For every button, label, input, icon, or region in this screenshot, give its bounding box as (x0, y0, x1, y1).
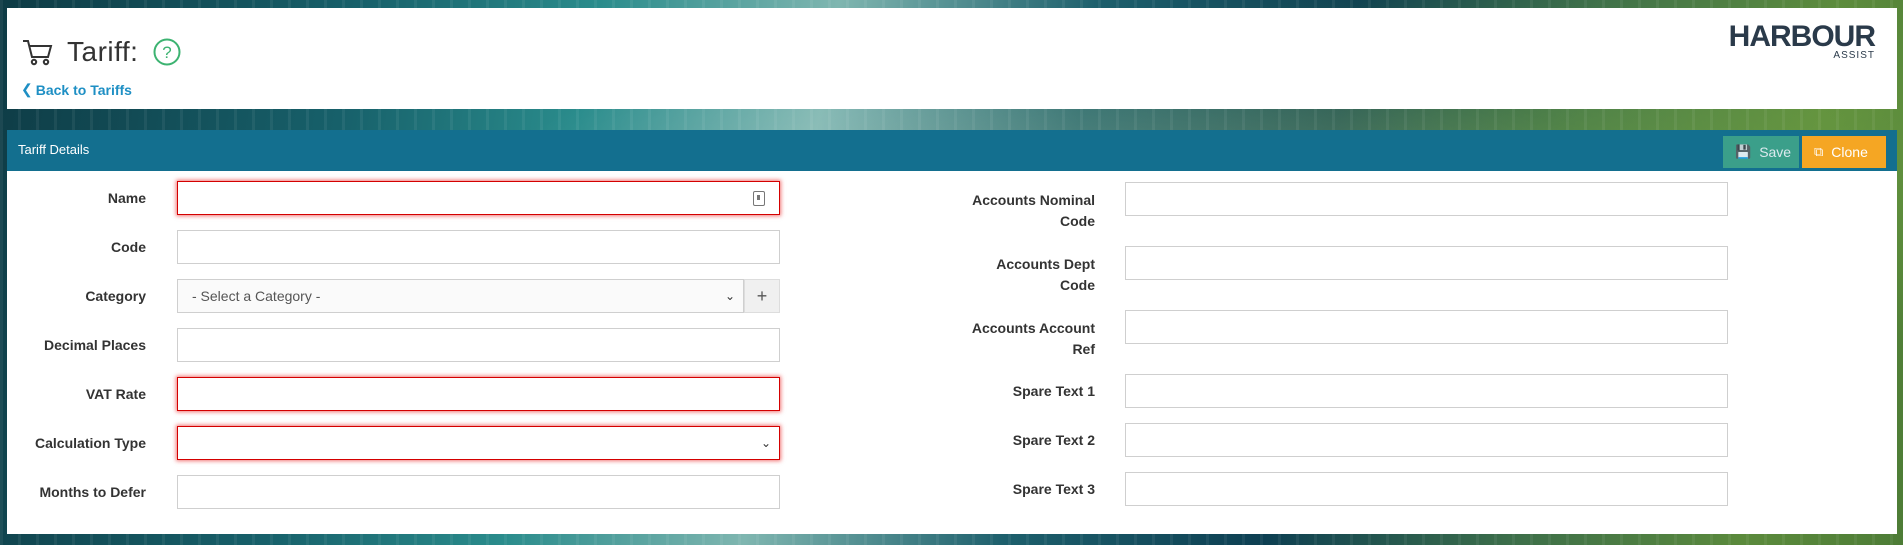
spare-text-1-label: Spare Text 1 (1012, 383, 1095, 399)
save-icon: 💾 (1735, 144, 1752, 159)
page-title: Tariff: (67, 36, 139, 67)
vat-rate-input[interactable] (177, 377, 780, 411)
chevron-left-icon: ❮ (21, 81, 33, 97)
decimal-places-input[interactable] (177, 328, 780, 362)
code-label: Code (111, 239, 146, 255)
back-link-label: Back to Tariffs (35, 81, 132, 98)
decimal-places-label: Decimal Places (44, 337, 146, 353)
vat-rate-label: VAT Rate (85, 386, 146, 402)
page-header: Tariff: ? ❮ Back to Tariffs HARBOUR ASSI… (7, 8, 1897, 109)
spare-text-2-input[interactable] (1125, 423, 1728, 457)
harbour-assist-logo: HARBOUR ASSIST (1728, 20, 1876, 62)
panel-title: Tariff Details (18, 142, 90, 157)
accounts-account-ref-label: Accounts Account Ref (971, 320, 1095, 357)
save-label: Save (1759, 144, 1792, 160)
panel-header: Tariff Details 💾 Save ⧉ Clone (7, 130, 1897, 171)
clone-button[interactable]: ⧉ Clone (1802, 136, 1886, 168)
name-input[interactable] (177, 181, 780, 215)
calculation-type-select[interactable]: ⌄ (177, 426, 780, 460)
accounts-dept-code-input[interactable] (1125, 246, 1728, 280)
category-label: Category (85, 288, 146, 304)
code-input[interactable] (177, 230, 780, 264)
save-button[interactable]: 💾 Save (1723, 136, 1799, 168)
plus-icon: + (756, 285, 768, 306)
chevron-down-icon: ⌄ (760, 436, 771, 450)
spare-text-3-input[interactable] (1125, 472, 1728, 506)
accounts-nominal-code-input[interactable] (1125, 182, 1728, 216)
spare-text-2-label: Spare Text 2 (1012, 432, 1095, 448)
shopping-cart-icon (23, 40, 53, 66)
back-to-tariffs-link[interactable]: ❮ Back to Tariffs (21, 81, 132, 98)
svg-text:?: ? (163, 43, 172, 62)
clone-label: Clone (1831, 144, 1868, 160)
title-row: Tariff: ? (21, 35, 182, 69)
autofill-icon[interactable] (753, 191, 765, 206)
help-icon[interactable]: ? (152, 37, 182, 67)
spare-text-1-input[interactable] (1125, 374, 1728, 408)
accounts-account-ref-input[interactable] (1125, 310, 1728, 344)
spare-text-3-label: Spare Text 3 (1012, 481, 1095, 497)
category-select[interactable]: - Select a Category - ⌄ (177, 279, 744, 313)
calculation-type-label: Calculation Type (35, 435, 146, 451)
accounts-dept-code-label: Accounts Dept Code (996, 256, 1095, 293)
category-selected-value: - Select a Category - (192, 288, 321, 304)
accounts-nominal-code-label: Accounts Nominal Code (972, 192, 1095, 229)
add-category-button[interactable]: + (744, 279, 780, 313)
chevron-down-icon: ⌄ (724, 289, 735, 303)
logo-main-text: HARBOUR (1728, 20, 1876, 53)
tariff-details-panel: Tariff Details 💾 Save ⧉ Clone Name Code … (7, 130, 1897, 534)
copy-icon: ⧉ (1814, 144, 1824, 159)
months-to-defer-label: Months to Defer (39, 484, 146, 500)
months-to-defer-input[interactable] (177, 475, 780, 509)
name-label: Name (107, 190, 146, 206)
